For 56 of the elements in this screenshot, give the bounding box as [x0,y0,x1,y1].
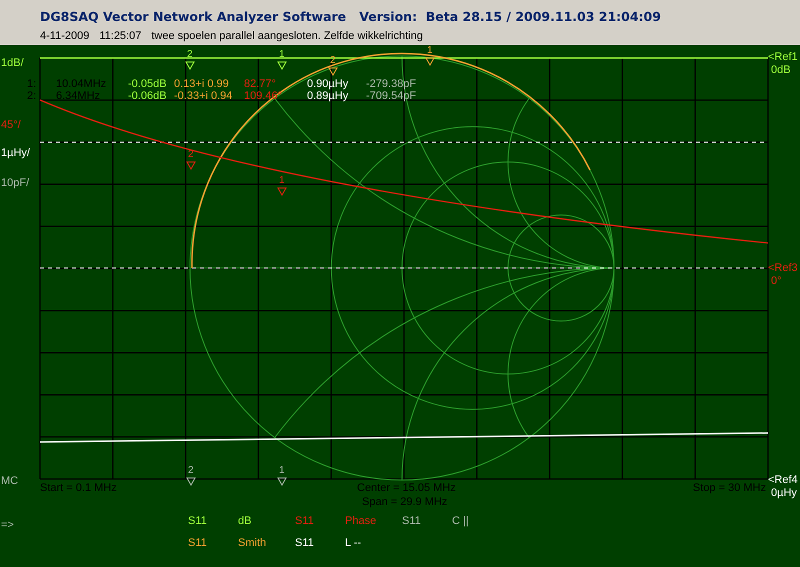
trace-parameter[interactable]: S11 [295,537,345,549]
scale-label: 10pF/ [1,177,30,189]
trace-format[interactable]: L -- [345,537,402,549]
trace-parameter[interactable]: S11 [188,515,238,527]
sweep-stop: Stop = 30 MHz [692,482,766,494]
reference-label: <Ref4 [768,474,798,486]
marker-number: 2 [187,49,193,60]
date-text: 4-11-2009 [40,30,90,42]
marker-readout: 0.89µHy [307,90,348,102]
marker-readout: 0.90µHy [307,78,348,90]
marker-triangle-icon [328,68,338,76]
marker-triangle-icon [186,162,196,170]
marker-readout: 2: [27,90,36,102]
marker-readout: -0.05dB [128,78,167,90]
marker-triangle-icon [186,478,196,486]
marker-readout: 0.13+i 0.99 [174,78,229,90]
reference-value: 0dB [771,64,791,76]
marker-readout: -0.06dB [128,90,167,102]
window-title: DG8SAQ Vector Network Analyzer Software Version: Beta 28.15 / 2009.11.03 21:04:09 [40,9,662,24]
marker-readout: 6.34MHz [56,90,100,102]
marker-readout: -0.33+i 0.94 [174,90,232,102]
reference-label: <Ref1 [768,51,798,63]
scale-label: 1dB/ [1,57,24,69]
marker-triangle-icon [277,478,287,486]
marker-readout: 10.04MHz [56,78,106,90]
marker-triangle-icon [185,62,195,70]
marker-number: 2 [330,55,336,66]
sweep-span: Span = 29.9 MHz [362,496,448,508]
reference-value: 0° [771,275,782,287]
trace-format[interactable]: Smith [238,537,295,549]
marker-readout: -709.54pF [366,90,416,102]
cursor-indicator: => [1,519,14,531]
marker-number: 1 [279,175,285,186]
marker-readout: -279.38pF [366,78,416,90]
marker-number: 1 [279,49,285,60]
scale-label: MC [1,475,18,487]
marker-triangle-icon [277,62,287,70]
comment-text: twee spoelen parallel aangesloten. Zelfde wikkelrichting [151,30,423,42]
marker-number: 2 [188,465,194,476]
marker-triangle-icon [425,58,435,66]
trace-format[interactable]: C || [452,515,492,527]
marker-number: 1 [427,45,433,56]
reference-value: 0µHy [771,487,797,499]
reference-label: <Ref3 [768,262,798,274]
trace-parameter[interactable]: S11 [402,515,452,527]
marker-triangle-icon [277,188,287,196]
scale-label: 1µHy/ [1,147,30,159]
marker-readout: 1: [27,78,36,90]
time-text: 11:25:07 [99,30,142,42]
scale-label: 45°/ [1,119,21,131]
marker-readout: 82.77° [244,78,276,90]
sweep-start: Start = 0.1 MHz [40,482,117,494]
trace-parameter[interactable]: S11 [188,537,238,549]
marker-number: 1 [279,465,285,476]
trace-format[interactable]: dB [238,515,295,527]
sweep-center: Center = 15.05 MHz [357,482,456,494]
